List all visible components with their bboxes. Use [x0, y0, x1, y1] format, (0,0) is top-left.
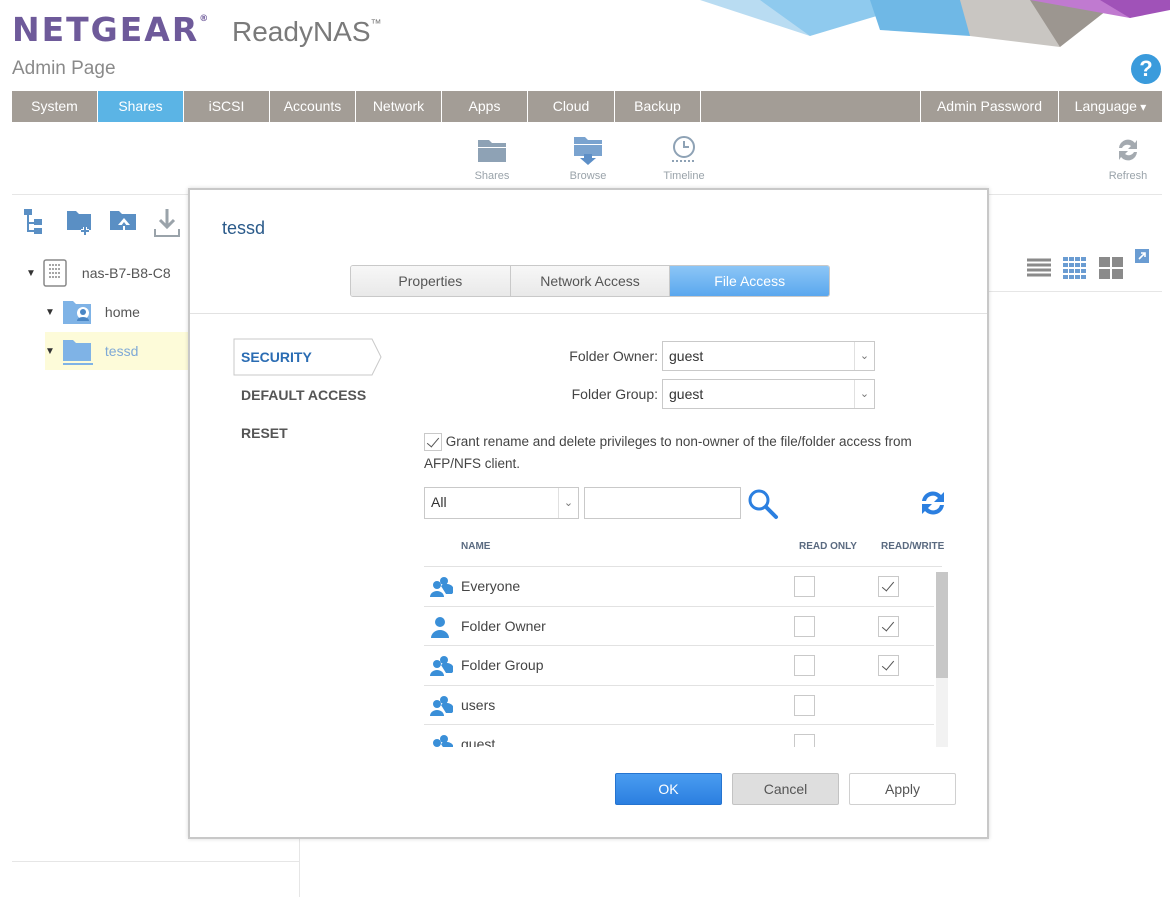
toolbar-refresh-button[interactable]: Refresh [1098, 134, 1158, 182]
read-only-checkbox[interactable] [794, 734, 815, 747]
nav-tab-cloud[interactable]: Cloud [528, 91, 615, 122]
column-header-read-only: READ ONLY [799, 541, 857, 552]
grant-privileges-text: Grant rename and delete privileges to no… [424, 434, 912, 471]
column-header-read-write: READ/WRITE [881, 541, 945, 552]
read-write-checkbox[interactable] [878, 615, 899, 637]
cancel-button[interactable]: Cancel [732, 773, 839, 805]
table-row: Folder Owner [424, 607, 934, 646]
folder-settings-dialog: tessd Properties Network Access File Acc… [188, 188, 989, 839]
folder-owner-label: Folder Owner: [569, 348, 658, 364]
expand-arrow-icon[interactable]: ▼ [26, 268, 36, 279]
toolbar-timeline-button[interactable]: Timeline [654, 134, 714, 182]
dialog-title: tessd [222, 218, 266, 238]
nav-tab-network[interactable]: Network [356, 91, 442, 122]
read-only-checkbox[interactable] [794, 576, 815, 597]
user-search-input[interactable] [584, 487, 741, 519]
list-view-icon[interactable] [1026, 256, 1052, 280]
left-panel-divider [12, 861, 299, 862]
user-icon [431, 616, 449, 638]
nav-tab-backup[interactable]: Backup [615, 91, 701, 122]
table-row: Folder Group [424, 646, 934, 686]
home-folder-icon [62, 301, 91, 324]
expand-arrow-icon[interactable]: ▼ [45, 307, 55, 318]
left-panel-border [299, 838, 300, 897]
browse-folder-icon [574, 137, 602, 165]
tab-network-access[interactable]: Network Access [510, 266, 671, 296]
expand-icon[interactable] [1134, 248, 1150, 264]
expand-arrow-icon[interactable]: ▼ [45, 346, 55, 357]
table-scrollbar-thumb[interactable] [936, 572, 948, 678]
apply-button[interactable]: Apply [849, 773, 956, 805]
tree-view-icon[interactable] [22, 207, 50, 237]
folder-icon [62, 340, 93, 365]
tree-item-tessd[interactable]: ▼ tessd [45, 332, 188, 370]
clock-icon [672, 136, 696, 162]
table-row: users [424, 686, 934, 725]
group-icon [430, 577, 453, 597]
table-row: Everyone [424, 567, 934, 607]
read-write-checkbox[interactable] [878, 655, 899, 676]
grid-small-view-icon[interactable] [1062, 256, 1088, 280]
folder-group-select[interactable]: guest ⌄ [662, 379, 875, 409]
grant-privileges-option: Grant rename and delete privileges to no… [424, 431, 934, 475]
search-icon[interactable] [746, 487, 780, 521]
side-item-reset[interactable]: RESET [233, 414, 373, 452]
chevron-down-icon: ⌄ [558, 488, 578, 518]
product-name: ReadyNAS™ [232, 16, 382, 47]
grant-privileges-checkbox[interactable] [424, 433, 442, 452]
table-row: guest [424, 725, 934, 747]
help-icon[interactable]: ? [1131, 54, 1161, 84]
nav-admin-password[interactable]: Admin Password [921, 91, 1059, 122]
download-icon[interactable] [152, 207, 182, 239]
ok-button[interactable]: OK [615, 773, 722, 805]
main-nav: System Shares iSCSI Accounts Network App… [12, 91, 1162, 122]
tree-item-home[interactable]: ▼ home [45, 297, 140, 327]
chevron-down-icon: ⌄ [854, 380, 874, 408]
nav-tab-shares[interactable]: Shares [98, 91, 184, 122]
nav-spacer [701, 91, 921, 122]
group-icon [430, 656, 453, 676]
side-item-security[interactable]: SECURITY [233, 338, 382, 376]
nav-tab-iscsi[interactable]: iSCSI [184, 91, 270, 122]
nas-device-icon [43, 259, 67, 287]
content-divider [988, 291, 1162, 292]
page-subtitle: Admin Page [12, 58, 116, 79]
view-mode-switcher [1026, 249, 1150, 280]
nav-tab-accounts[interactable]: Accounts [270, 91, 356, 122]
nav-tab-system[interactable]: System [12, 91, 98, 122]
tree-item-device[interactable]: ▼ nas-B7-B8-C8 [26, 259, 171, 287]
read-only-checkbox[interactable] [794, 694, 815, 716]
grid-large-view-icon[interactable] [1098, 256, 1124, 280]
user-filter-select[interactable]: All ⌄ [424, 487, 579, 519]
folder-group-label: Folder Group: [571, 386, 658, 402]
dialog-header-divider [190, 313, 987, 314]
folder-icon [478, 140, 506, 162]
dialog-tabs: Properties Network Access File Access [350, 265, 830, 297]
toolbar-browse-button[interactable]: Browse [558, 134, 618, 182]
refresh-icon [1119, 139, 1137, 161]
group-icon [433, 735, 453, 747]
tab-file-access[interactable]: File Access [670, 266, 829, 296]
folder-owner-select[interactable]: guest ⌄ [662, 341, 875, 371]
chevron-down-icon: ⌄ [854, 342, 874, 370]
tab-properties[interactable]: Properties [351, 266, 511, 296]
netgear-logo: NETGEAR® [12, 10, 209, 49]
file-access-side-menu: SECURITY DEFAULT ACCESS RESET [233, 338, 382, 452]
nav-tab-apps[interactable]: Apps [442, 91, 528, 122]
upload-icon[interactable] [108, 207, 140, 239]
refresh-icon[interactable] [918, 487, 948, 519]
nav-language-dropdown[interactable]: Language [1059, 91, 1162, 122]
permissions-table: Everyone Folder Owner Folder Group users… [424, 567, 934, 747]
group-icon [430, 695, 453, 716]
header-banner-graphic [700, 0, 1170, 47]
read-only-checkbox[interactable] [794, 615, 815, 637]
column-header-name: NAME [461, 541, 491, 552]
side-item-default-access[interactable]: DEFAULT ACCESS [233, 376, 373, 414]
read-only-checkbox[interactable] [794, 655, 815, 676]
read-write-checkbox[interactable] [878, 576, 899, 597]
toolbar-shares-button[interactable]: Shares [462, 134, 522, 182]
new-folder-icon[interactable] [65, 207, 95, 237]
